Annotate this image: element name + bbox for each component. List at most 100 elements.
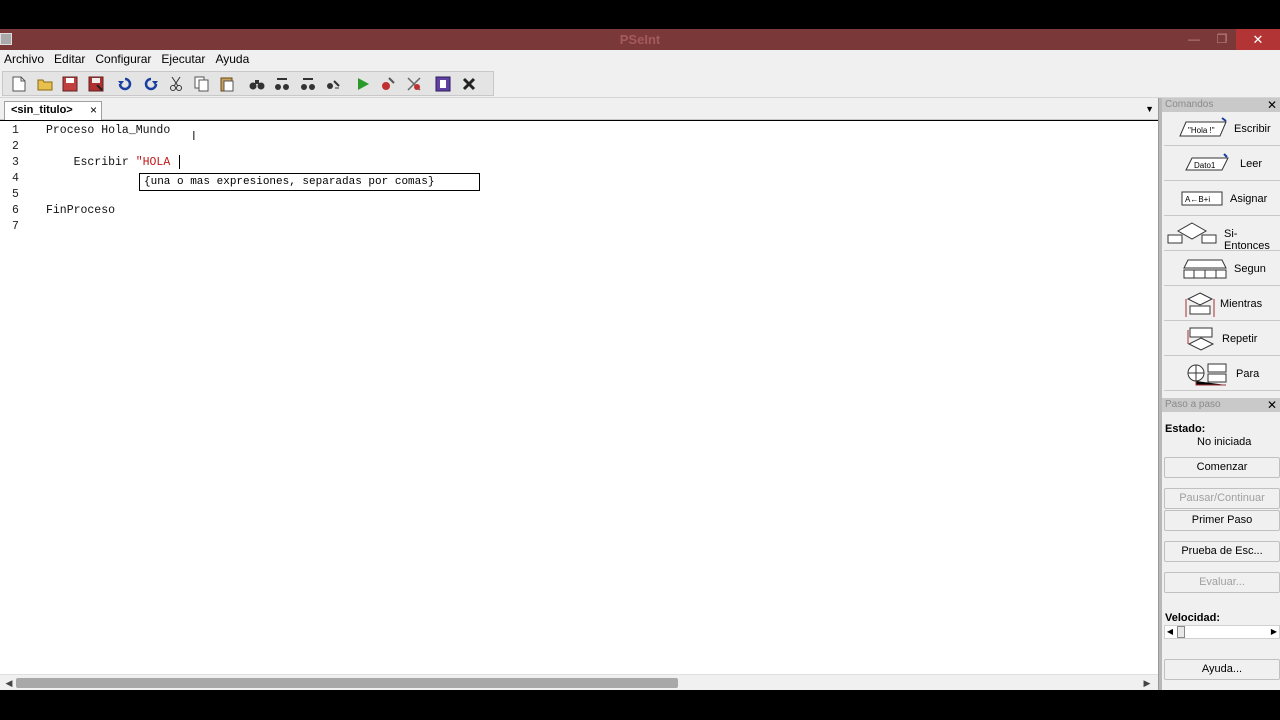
run-icon[interactable] (353, 74, 373, 94)
find-prev-icon[interactable] (272, 74, 292, 94)
line-number: 1 (12, 124, 19, 137)
code-text: Proceso Hola_Mundo (46, 124, 171, 137)
horizontal-scrollbar[interactable]: ◀ ▶ (0, 674, 1158, 690)
menu-ayuda[interactable]: Ayuda (211, 50, 255, 69)
right-panel: Comandos ✕ "Hola !" Escribir Dato1 Leer … (1162, 98, 1280, 690)
step-title-text: Paso a paso (1165, 399, 1221, 410)
velocidad-slider[interactable]: ◀ ▶ (1164, 625, 1280, 639)
system-menu-icon[interactable] (0, 33, 12, 45)
slider-knob[interactable] (1177, 626, 1185, 638)
command-para[interactable]: Para (1164, 357, 1280, 391)
close-icon[interactable] (459, 74, 479, 94)
code-text: FinProceso (46, 204, 116, 217)
command-asignar[interactable]: A←B+i Asignar (1164, 182, 1280, 216)
comenzar-button[interactable]: Comenzar (1164, 457, 1280, 478)
code-line: 3 Escribir "HOLA (0, 155, 1158, 171)
command-label: Segun (1234, 263, 1266, 275)
editor-tabs: <sin_titulo> × ▼ (0, 98, 1158, 120)
step-panel-title: Paso a paso ✕ (1162, 398, 1280, 412)
escribir-icon: "Hola !" (1179, 117, 1227, 137)
code-editor[interactable]: 1 Proceso Hola_Mundo 2 3 Escribir "HOLA … (0, 121, 1158, 674)
line-number: 2 (12, 140, 19, 153)
slider-left-icon[interactable]: ◀ (1165, 626, 1175, 638)
command-segun[interactable]: Segun (1164, 252, 1280, 286)
new-file-icon[interactable] (9, 74, 29, 94)
step-close-icon[interactable]: ✕ (1267, 398, 1277, 412)
leer-icon: Dato1 (1185, 153, 1229, 171)
tabs-dropdown-icon[interactable]: ▼ (1145, 104, 1154, 114)
replace-icon[interactable] (323, 74, 343, 94)
code-line: 7 (0, 219, 1158, 235)
app-frame: PSeInt — ❐ ✕ Archivo Editar Configurar E… (0, 0, 1280, 720)
asignar-glyph-text: A←B+i (1185, 195, 1210, 204)
escribir-glyph-text: "Hola !" (1188, 126, 1215, 135)
menu-bar: Archivo Editar Configurar Ejecutar Ayuda (0, 50, 1280, 69)
close-window-button[interactable]: ✕ (1236, 29, 1280, 50)
code-line: 2 (0, 139, 1158, 155)
command-label: Si-Entonces (1224, 228, 1270, 252)
cut-icon[interactable] (166, 74, 186, 94)
velocidad-label: Velocidad: (1165, 612, 1221, 624)
copy-icon[interactable] (192, 74, 212, 94)
save-as-icon[interactable] (86, 74, 106, 94)
find-next-icon[interactable] (298, 74, 318, 94)
commands-close-icon[interactable]: ✕ (1267, 98, 1277, 112)
undo-icon[interactable] (115, 74, 135, 94)
estado-value: No iniciada (1197, 436, 1252, 448)
evaluar-button[interactable]: Evaluar... (1164, 572, 1280, 593)
menu-editar[interactable]: Editar (50, 50, 91, 69)
code-keyword: Escribir (46, 156, 136, 170)
tab-sin-titulo[interactable]: <sin_titulo> × (4, 101, 102, 120)
menu-ejecutar[interactable]: Ejecutar (157, 50, 211, 69)
title-bar: PSeInt — ❐ ✕ (0, 29, 1280, 50)
toolbar-strip (2, 71, 494, 96)
scroll-left-icon[interactable]: ◀ (2, 676, 16, 690)
ayuda-button[interactable]: Ayuda... (1164, 659, 1280, 680)
leer-glyph-text: Dato1 (1194, 161, 1216, 170)
command-label: Asignar (1230, 193, 1268, 205)
maximize-button[interactable]: ❐ (1208, 29, 1236, 50)
line-number: 3 (12, 156, 19, 169)
prueba-escritorio-button[interactable]: Prueba de Esc... (1164, 541, 1280, 562)
code-string: "HOLA (135, 156, 178, 170)
command-leer[interactable]: Dato1 Leer (1164, 147, 1280, 181)
scrollbar-thumb[interactable] (16, 678, 678, 688)
text-caret (179, 155, 181, 169)
ibeam-cursor-icon: I (192, 128, 196, 143)
code-line: 1 Proceso Hola_Mundo (0, 123, 1158, 139)
command-mientras[interactable]: Mientras (1164, 287, 1280, 321)
menu-archivo[interactable]: Archivo (0, 50, 50, 69)
scroll-right-icon[interactable]: ▶ (1140, 676, 1154, 690)
line-number: 5 (12, 188, 19, 201)
line-number: 4 (12, 172, 19, 185)
command-label: Leer (1240, 158, 1263, 170)
tab-label: <sin_titulo> (11, 104, 73, 116)
line-number: 6 (12, 204, 19, 217)
asignar-icon: A←B+i (1181, 191, 1223, 206)
redo-icon[interactable] (141, 74, 161, 94)
commands-title-text: Comandos (1165, 99, 1214, 110)
pausar-continuar-button[interactable]: Pausar/Continuar (1164, 488, 1280, 509)
find-icon[interactable] (247, 74, 267, 94)
minimize-button[interactable]: — (1180, 29, 1208, 50)
slider-right-icon[interactable]: ▶ (1269, 626, 1279, 638)
command-escribir[interactable]: "Hola !" Escribir (1164, 112, 1280, 146)
primer-paso-button[interactable]: Primer Paso (1164, 510, 1280, 531)
debug-icon[interactable] (404, 74, 424, 94)
code-line: 6 FinProceso (0, 203, 1158, 219)
flowchart-icon[interactable] (433, 74, 453, 94)
step-run-icon[interactable] (378, 74, 398, 94)
repetir-icon (1187, 327, 1215, 351)
menu-configurar[interactable]: Configurar (91, 50, 157, 69)
open-folder-icon[interactable] (35, 74, 55, 94)
para-icon (1187, 363, 1227, 386)
command-si-entonces[interactable]: Si-Entonces (1164, 217, 1280, 252)
save-icon[interactable] (60, 74, 80, 94)
command-label: Escribir (1234, 123, 1271, 135)
paste-icon[interactable] (217, 74, 237, 94)
command-repetir[interactable]: Repetir (1164, 322, 1280, 356)
si-entonces-icon (1167, 222, 1217, 244)
commands-panel-title: Comandos ✕ (1162, 98, 1280, 112)
tab-close-icon[interactable]: × (90, 102, 97, 119)
command-label: Mientras (1220, 298, 1263, 310)
